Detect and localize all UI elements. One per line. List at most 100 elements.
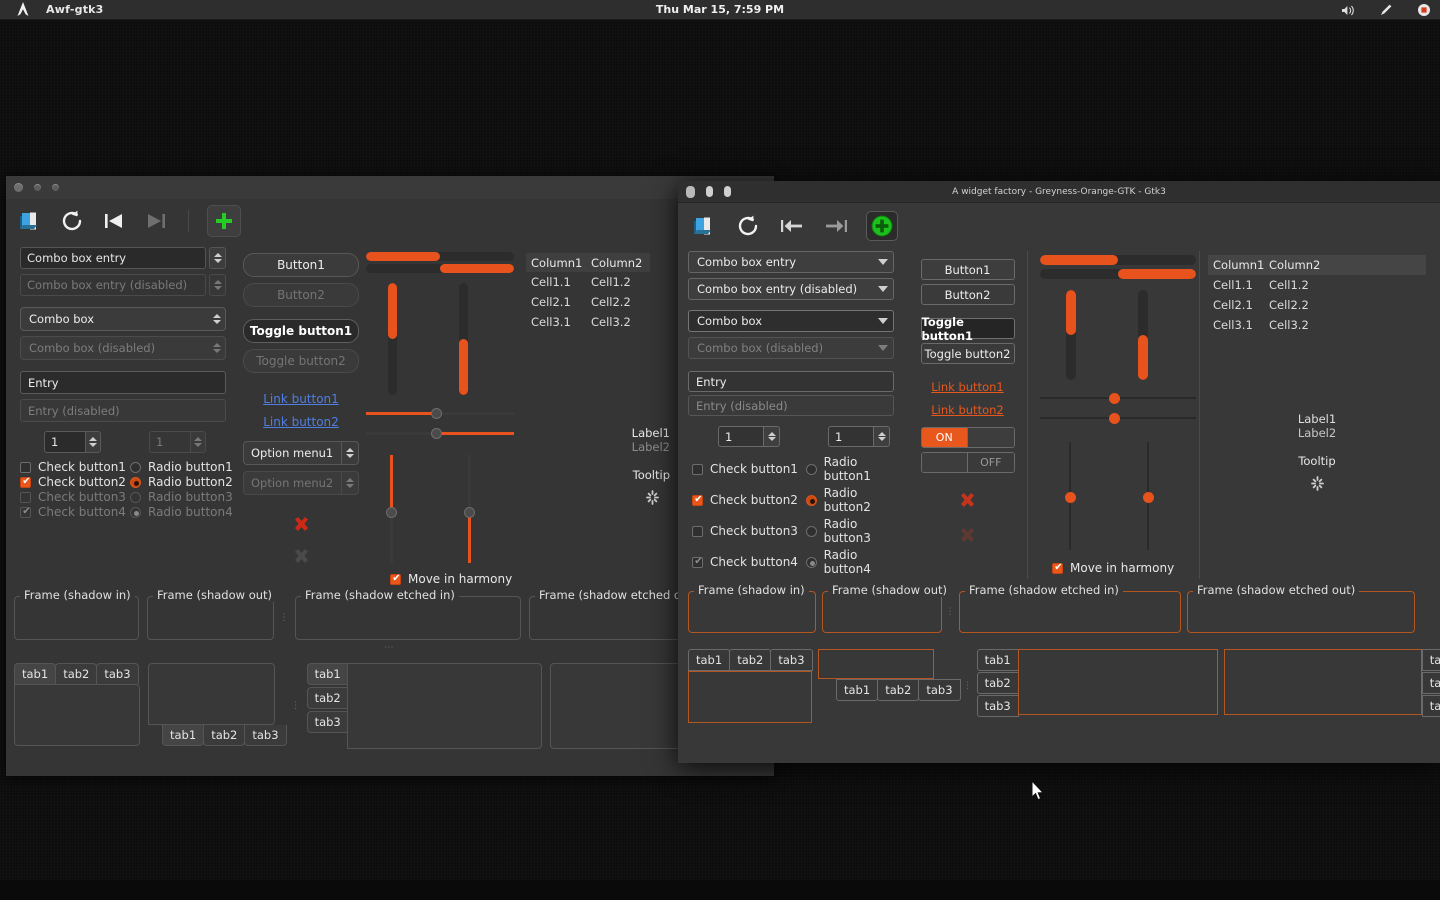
horizontal-scale-1[interactable] bbox=[1040, 390, 1196, 406]
button2[interactable]: Button2 bbox=[920, 284, 1015, 305]
tree-column-header[interactable]: Column2 bbox=[586, 253, 650, 272]
tab-item-3[interactable]: tab3 bbox=[244, 725, 287, 746]
button1[interactable]: Button1 bbox=[920, 259, 1015, 280]
toggle-button1[interactable]: Toggle button1 bbox=[243, 319, 359, 343]
scale-handle[interactable] bbox=[1108, 393, 1120, 404]
entry-field[interactable]: Entry bbox=[20, 371, 226, 394]
vertical-scale-2[interactable] bbox=[461, 455, 477, 563]
pane-grip[interactable]: ⋮ bbox=[946, 591, 955, 633]
horizontal-scale-2[interactable] bbox=[1040, 410, 1196, 426]
scale-handle[interactable] bbox=[386, 506, 397, 518]
panel-clock[interactable]: Thu Mar 15, 7:59 PM bbox=[0, 3, 1440, 16]
pane-grip[interactable]: ⋮ bbox=[280, 596, 289, 640]
fg-minimize-button[interactable] bbox=[706, 186, 713, 197]
tab-item-3[interactable]: tab3 bbox=[306, 711, 348, 733]
pane-grip[interactable]: ⋮ bbox=[963, 649, 972, 723]
notebook-tabs-top[interactable]: tab1 tab2 tab3 bbox=[688, 649, 813, 723]
tab-item-1[interactable]: tab1 bbox=[976, 649, 1019, 671]
tooltip-label[interactable]: Tooltip bbox=[526, 468, 670, 482]
notebook-tabs-right[interactable]: tab1 tab2 tab3 bbox=[1223, 649, 1440, 717]
combo-box-value[interactable]: Combo box bbox=[697, 314, 762, 328]
fg-close-button[interactable] bbox=[686, 185, 695, 198]
tab-item-1[interactable]: tab1 bbox=[306, 663, 348, 685]
checkbox-checked-icon[interactable] bbox=[390, 572, 402, 585]
volume-icon[interactable] bbox=[1340, 2, 1356, 18]
toggle-button2[interactable]: Toggle button2 bbox=[920, 343, 1015, 364]
combo-box[interactable]: Combo box bbox=[20, 307, 226, 331]
combo-box-entry[interactable]: Combo box entry bbox=[20, 247, 226, 269]
media-previous-icon[interactable] bbox=[100, 207, 128, 235]
link-button2[interactable]: Link button2 bbox=[263, 415, 339, 429]
add-button[interactable] bbox=[207, 205, 241, 237]
tree-view[interactable]: Column1 Column2 Cell1.1 Cell1.2 Cell2.1 … bbox=[1208, 255, 1426, 335]
checkbox-icon[interactable] bbox=[692, 463, 703, 475]
tab-item-1[interactable]: tab1 bbox=[836, 679, 879, 701]
horizontal-scale-2[interactable] bbox=[366, 425, 514, 441]
scale-handle[interactable] bbox=[431, 408, 443, 419]
background-widget-factory-window[interactable]: Combo box entry Combo box entry (disable… bbox=[6, 176, 774, 776]
switch-knob[interactable] bbox=[921, 453, 968, 472]
distro-logo-icon[interactable] bbox=[0, 2, 46, 17]
option-menu1[interactable]: Option menu1 bbox=[243, 441, 359, 465]
fg-maximize-button[interactable] bbox=[724, 186, 731, 197]
vertical-scale-2[interactable] bbox=[1140, 442, 1156, 550]
link-button1[interactable]: Link button1 bbox=[931, 380, 1003, 394]
radio-button1[interactable]: Radio button1 bbox=[130, 460, 233, 474]
tab-item-2[interactable]: tab2 bbox=[306, 687, 348, 709]
checkbox-icon[interactable] bbox=[20, 461, 31, 473]
refresh-icon[interactable] bbox=[58, 207, 86, 235]
scale-handle[interactable] bbox=[431, 428, 443, 439]
radio-selected-icon[interactable] bbox=[805, 494, 817, 506]
move-in-harmony-check[interactable]: Move in harmony bbox=[1052, 561, 1199, 575]
tab-item-2[interactable]: tab2 bbox=[203, 725, 246, 746]
spin-button[interactable]: 1 bbox=[44, 431, 101, 453]
delete-icon[interactable] bbox=[958, 491, 977, 514]
open-icon[interactable] bbox=[690, 212, 718, 240]
pane-grip[interactable]: ⋮ bbox=[291, 663, 300, 749]
tree-column-header[interactable]: Column1 bbox=[526, 253, 586, 272]
media-next-icon[interactable] bbox=[142, 207, 170, 235]
combo-box-entry[interactable]: Combo box entry bbox=[688, 251, 894, 273]
radio-selected-icon[interactable] bbox=[130, 476, 141, 488]
table-row[interactable]: Cell3.1 Cell3.2 bbox=[1208, 315, 1426, 335]
tab-item-3[interactable]: tab3 bbox=[976, 695, 1019, 717]
notebook-tabs-left[interactable]: tab1 tab2 tab3 bbox=[306, 663, 542, 749]
tree-column-header[interactable]: Column1 bbox=[1208, 255, 1264, 275]
scale-handle[interactable] bbox=[1143, 491, 1154, 503]
link-button2[interactable]: Link button2 bbox=[931, 403, 1003, 417]
tab-item-1[interactable]: tab1 bbox=[1421, 649, 1440, 671]
spin-button[interactable]: 1 bbox=[718, 426, 780, 447]
move-in-harmony-check[interactable]: Move in harmony bbox=[390, 572, 526, 586]
open-icon[interactable] bbox=[16, 207, 44, 235]
radio-icon[interactable] bbox=[130, 461, 141, 473]
notebook-tabs-left[interactable]: tab1 tab2 tab3 bbox=[976, 649, 1218, 717]
combo-box-entry-value[interactable]: Combo box entry bbox=[697, 255, 796, 269]
tree-header[interactable]: Column1 Column2 bbox=[1208, 255, 1426, 275]
vertical-scale-1[interactable] bbox=[1062, 442, 1078, 550]
vertical-scale-1[interactable] bbox=[383, 455, 399, 563]
switch-on[interactable]: ON bbox=[920, 427, 1015, 448]
tab-item-1[interactable]: tab1 bbox=[688, 649, 731, 671]
combo-box-entry-arrows[interactable] bbox=[209, 247, 226, 269]
notebook-tabs-bottom[interactable]: tab1 tab2 tab3 bbox=[148, 663, 287, 746]
check-button2[interactable]: Check button2 bbox=[692, 493, 806, 507]
go-first-icon[interactable] bbox=[778, 212, 806, 240]
tab-item-2[interactable]: tab2 bbox=[1421, 672, 1440, 694]
tree-view[interactable]: Column1 Column2 Cell1.1 Cell1.2 Cell2.1 … bbox=[526, 253, 650, 332]
notebook-tabs-top[interactable]: tab1 tab2 tab3 bbox=[14, 663, 140, 746]
combo-box-entry-value[interactable]: Combo box entry bbox=[20, 247, 206, 269]
radio-button1[interactable]: Radio button1 bbox=[805, 455, 908, 483]
go-last-icon[interactable] bbox=[822, 212, 850, 240]
tab-item-1[interactable]: tab1 bbox=[14, 663, 57, 684]
switch-knob[interactable] bbox=[967, 428, 1014, 447]
switch-off[interactable]: OFF bbox=[920, 452, 1015, 473]
spin-button-arrows[interactable] bbox=[763, 426, 780, 447]
scale-handle[interactable] bbox=[1065, 491, 1076, 503]
button1[interactable]: Button1 bbox=[243, 253, 359, 277]
bg-maximize-button[interactable] bbox=[52, 184, 59, 191]
tab-item-3[interactable]: tab3 bbox=[96, 663, 139, 684]
table-row[interactable]: Cell3.1 Cell3.2 bbox=[526, 312, 650, 332]
tab-item-3[interactable]: tab3 bbox=[918, 679, 961, 701]
spin-button-arrows[interactable] bbox=[85, 431, 101, 453]
widget-factory-window[interactable]: A widget factory - Greyness-Orange-GTK -… bbox=[678, 181, 1440, 763]
